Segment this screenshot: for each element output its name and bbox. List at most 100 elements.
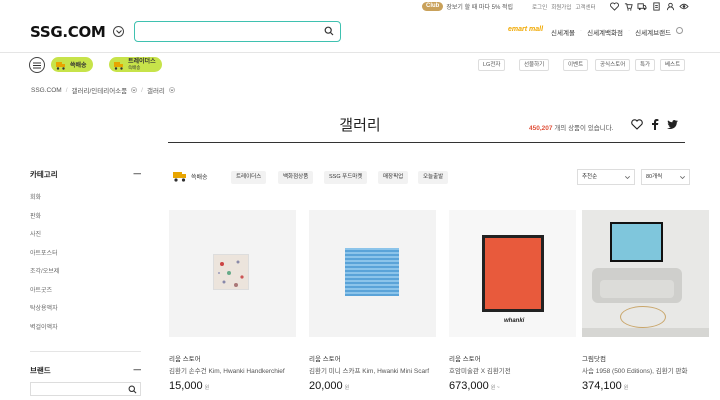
login-link[interactable]: 로그인 [532,3,547,11]
traders-pill[interactable]: 트레이더스 쓱배송 [109,57,162,72]
product-image[interactable] [582,210,709,337]
customer-center-link[interactable]: 고객센터 [575,3,595,11]
chevron-down-icon[interactable] [169,87,175,93]
product-name[interactable]: 호암미술관 X 김환기전 [449,365,576,375]
plus-icon[interactable] [676,27,684,34]
framed-print [610,222,663,262]
quick-link-deal[interactable]: 특가 [635,59,656,71]
menu-button[interactable] [29,57,45,73]
sort-select[interactable]: 추천순 [577,169,635,185]
club-badge: Club [422,2,444,11]
delivery-icon[interactable] [637,1,647,11]
category-item[interactable]: 벽걸이액자 [30,322,59,341]
product-image[interactable] [169,210,296,337]
chevron-down-icon [625,175,630,179]
product-card[interactable]: whanki 리움 스토어 호암미술관 X 김환기전 673,000 원 ~ [449,210,576,392]
ssg-delivery-filter[interactable]: 쓱배송 [172,169,208,183]
truck-icon [114,61,123,70]
pill-text: 트레이더스 쓱배송 [128,59,156,71]
heart-icon[interactable] [609,1,619,11]
sidebar-divider [30,351,141,352]
filter-tag-pickup[interactable]: 매장픽업 [378,171,409,184]
twitter-icon[interactable] [667,120,678,129]
quick-link-official[interactable]: 공식스토어 [595,59,631,71]
product-store[interactable]: 리움 스토어 [309,353,436,363]
breadcrumb: SSG.COM / 갤러리/인테리어소품 / 갤러리 [31,85,175,95]
filter-tag-foodmarket[interactable]: SSG 푸드마켓 [324,171,368,184]
product-price: 15,000 원 [169,380,296,392]
coffee-table [620,306,666,328]
signature-mark: whanki [504,318,525,324]
quick-link-event[interactable]: 이벤트 [563,59,589,71]
category-item[interactable]: 조각/오브제 [30,266,59,285]
facebook-icon[interactable] [651,119,659,130]
brand-link-department[interactable]: 신세계백화점 [587,27,623,37]
sort-select-value: 추천순 [582,174,598,180]
category-item[interactable]: 아트포스터 [30,248,59,267]
quick-link-best[interactable]: 베스트 [660,59,686,71]
cart-icon[interactable] [623,1,633,11]
brand-link-brand[interactable]: 신세계브랜드 [635,27,671,37]
category-item[interactable]: 아트굿즈 [30,285,59,304]
category-list: 회화 판화 사진 아트포스터 조각/오브제 아트굿즈 탁상용액자 벽걸이액자 [30,192,59,340]
page-size-value: 80개씩 [646,174,663,180]
breadcrumb-category[interactable]: 갤러리/인테리어소품 [72,85,128,95]
page-size-select[interactable]: 80개씩 [641,169,690,185]
product-price-value: 374,100 [582,380,622,392]
filter-tag-department[interactable]: 백화점상품 [278,171,314,184]
product-price-unit: 원 [204,385,210,391]
collapse-icon[interactable]: — [134,169,142,180]
product-price: 374,100 원 [582,380,709,392]
category-item[interactable]: 사진 [30,229,59,248]
signup-link[interactable]: 회원가입 [551,3,571,11]
club-promo[interactable]: Club 장보기 할 때 마다 5% 적립 [422,2,513,11]
divider: · [579,27,583,34]
brand-link-mall[interactable]: 신세계몰 [551,27,575,37]
product-name[interactable]: 김환기 손수건 Kim, Hwanki Handkerchief [169,365,296,375]
emart-mall-logo[interactable]: emart mall [508,26,543,33]
category-item[interactable]: 탁상용액자 [30,303,59,322]
ssg-delivery-pill[interactable]: 쓱배송 [51,57,93,72]
category-item[interactable]: 회화 [30,192,59,211]
search-input[interactable] [134,21,341,42]
filter-tag-traders[interactable]: 트레이더스 [231,171,267,184]
hamburger-icon [33,62,41,68]
eye-icon[interactable] [679,1,689,11]
truck-icon [173,172,186,182]
utility-bar: Club 장보기 할 때 마다 5% 적립 로그인 회원가입 고객센터 [0,0,720,14]
product-store[interactable]: 리움 스토어 [449,353,576,363]
product-card[interactable]: 리움 스토어 김환기 손수건 Kim, Hwanki Handkerchief … [169,210,296,392]
pill-sublabel: 쓱배송 [128,64,141,70]
result-count: 450,207 개의 상품이 있습니다. [529,122,614,132]
brand-heading[interactable]: 브랜드 — [30,365,141,376]
category-item[interactable]: 판화 [30,211,59,230]
product-image[interactable]: whanki [449,210,576,337]
product-price-value: 20,000 [309,380,343,392]
product-price-unit: 원 [344,385,350,391]
category-heading[interactable]: 카테고리 — [30,169,141,180]
collapse-icon[interactable]: — [134,365,142,376]
search-icon[interactable] [324,26,334,38]
user-icon[interactable] [665,1,675,11]
breadcrumb-home[interactable]: SSG.COM [31,87,62,94]
product-card[interactable]: 리움 스토어 김환기 미니 스카프 Kim, Hwanki Mini Scarf… [309,210,436,392]
product-store[interactable]: 그림닷컴 [582,353,709,363]
order-icon[interactable] [651,1,661,11]
product-card[interactable]: 그림닷컴 사슴 1958 (500 Editions), 김환기 판화 374,… [582,210,709,392]
brand-search-input[interactable] [30,382,141,396]
product-image[interactable] [309,210,436,337]
product-name[interactable]: 사슴 1958 (500 Editions), 김환기 판화 [582,365,709,375]
heart-icon[interactable] [631,119,643,130]
chevron-down-icon[interactable] [131,87,138,93]
filter-tag-today[interactable]: 오늘출발 [418,171,449,184]
site-logo[interactable]: SSG.COM [30,23,106,41]
product-name[interactable]: 김환기 미니 스카프 Kim, Hwanki Mini Scarf [309,365,436,375]
quick-link-gift[interactable]: 선물하기 [519,59,550,71]
club-promo-text: 장보기 할 때 마다 5% 적립 [446,5,514,11]
quick-link-lg[interactable]: LG전자 [478,59,506,71]
product-store[interactable]: 리움 스토어 [169,353,296,363]
chevron-down-icon[interactable] [113,26,124,37]
breadcrumb-current[interactable]: 갤러리 [147,85,165,95]
pill-label: 쓱배송 [70,63,87,69]
util-icons [609,1,689,11]
